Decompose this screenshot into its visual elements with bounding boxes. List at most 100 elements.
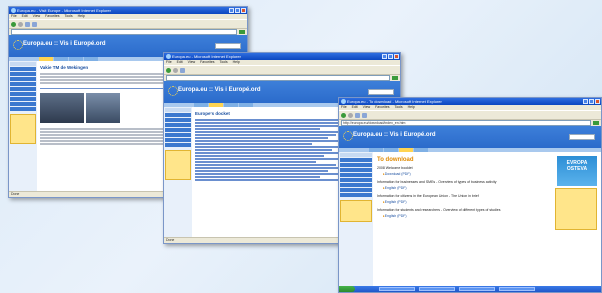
nav-item[interactable] bbox=[10, 92, 36, 96]
start-button[interactable] bbox=[339, 286, 355, 292]
nav-item[interactable] bbox=[340, 173, 372, 177]
tab[interactable] bbox=[384, 148, 398, 152]
nav-item[interactable] bbox=[340, 193, 372, 197]
back-icon[interactable] bbox=[341, 112, 346, 118]
search-input[interactable] bbox=[215, 43, 241, 49]
maximize-icon[interactable] bbox=[589, 99, 594, 104]
nav-item[interactable] bbox=[165, 118, 191, 122]
search-input[interactable] bbox=[569, 134, 595, 140]
menu-tools[interactable]: Tools bbox=[394, 105, 402, 109]
menu-view[interactable]: View bbox=[33, 14, 41, 18]
home-icon[interactable] bbox=[32, 21, 37, 27]
search-input[interactable] bbox=[368, 89, 394, 95]
title-bar[interactable]: Europa.eu - Visit Europe - Microsoft Int… bbox=[9, 7, 247, 14]
menu-file[interactable]: File bbox=[166, 60, 172, 64]
nav-item[interactable] bbox=[165, 128, 191, 132]
home-icon[interactable] bbox=[362, 112, 367, 118]
menu-favorites[interactable]: Favorites bbox=[45, 14, 59, 18]
maximize-icon[interactable] bbox=[388, 54, 393, 59]
nav-item[interactable] bbox=[340, 178, 372, 182]
europa-logo[interactable]: Europa.eu :: Vis i Europé.ord bbox=[353, 132, 436, 138]
nav-item[interactable] bbox=[165, 143, 191, 147]
nav-item[interactable] bbox=[340, 158, 372, 162]
menu-edit[interactable]: Edit bbox=[352, 105, 358, 109]
go-button[interactable] bbox=[593, 121, 599, 125]
browser-window-3[interactable]: Europa.eu - To download - Microsoft Inte… bbox=[338, 97, 602, 293]
download-link[interactable]: English (PDF) bbox=[383, 214, 553, 218]
menu-edit[interactable]: Edit bbox=[22, 14, 28, 18]
tab[interactable] bbox=[54, 57, 68, 61]
menu-help[interactable]: Help bbox=[408, 105, 415, 109]
europa-logo[interactable]: Europa.eu :: Vis i Europé.ord bbox=[178, 87, 261, 93]
nav-item[interactable] bbox=[10, 107, 36, 111]
tab[interactable] bbox=[224, 103, 238, 107]
refresh-icon[interactable] bbox=[25, 21, 30, 27]
back-icon[interactable] bbox=[166, 67, 171, 73]
tab[interactable] bbox=[84, 57, 98, 61]
nav-item[interactable] bbox=[340, 183, 372, 187]
nav-item[interactable] bbox=[10, 62, 36, 66]
menu-file[interactable]: File bbox=[341, 105, 347, 109]
nav-item[interactable] bbox=[10, 72, 36, 76]
tab[interactable] bbox=[69, 57, 83, 61]
nav-item[interactable] bbox=[165, 108, 191, 112]
menu-tools[interactable]: Tools bbox=[64, 14, 72, 18]
menu-help[interactable]: Help bbox=[233, 60, 240, 64]
taskbar-item[interactable] bbox=[459, 287, 495, 291]
taskbar-item[interactable] bbox=[419, 287, 455, 291]
back-icon[interactable] bbox=[11, 21, 16, 27]
maximize-icon[interactable] bbox=[235, 8, 240, 13]
nav-item[interactable] bbox=[10, 67, 36, 71]
taskbar-item[interactable] bbox=[499, 287, 535, 291]
minimize-icon[interactable] bbox=[229, 8, 234, 13]
minimize-icon[interactable] bbox=[583, 99, 588, 104]
nav-item[interactable] bbox=[10, 87, 36, 91]
forward-icon[interactable] bbox=[348, 112, 353, 118]
menu-tools[interactable]: Tools bbox=[219, 60, 227, 64]
nav-item[interactable] bbox=[10, 82, 36, 86]
go-button[interactable] bbox=[239, 30, 245, 34]
download-link[interactable]: Download (PDF) bbox=[383, 172, 553, 176]
refresh-icon[interactable] bbox=[180, 67, 185, 73]
menu-favorites[interactable]: Favorites bbox=[375, 105, 389, 109]
forward-icon[interactable] bbox=[173, 67, 178, 73]
title-bar[interactable]: Europa.eu - Microsoft Internet Explorer bbox=[164, 53, 400, 60]
menu-view[interactable]: View bbox=[188, 60, 196, 64]
menu-view[interactable]: View bbox=[363, 105, 371, 109]
nav-item[interactable] bbox=[165, 138, 191, 142]
nav-item[interactable] bbox=[165, 123, 191, 127]
nav-item[interactable] bbox=[165, 113, 191, 117]
menu-help[interactable]: Help bbox=[78, 14, 85, 18]
europa-logo[interactable]: Europa.eu :: Vis i Europé.ord bbox=[23, 41, 106, 47]
tab[interactable] bbox=[399, 148, 413, 152]
nav-item[interactable] bbox=[340, 188, 372, 192]
nav-item[interactable] bbox=[10, 77, 36, 81]
promo-banner[interactable]: EVROPA OSTEVA bbox=[557, 156, 597, 186]
go-button[interactable] bbox=[392, 76, 398, 80]
taskbar-item[interactable] bbox=[379, 287, 415, 291]
forward-icon[interactable] bbox=[18, 21, 23, 27]
nav-item[interactable] bbox=[340, 153, 372, 157]
close-icon[interactable] bbox=[241, 8, 246, 13]
nav-item[interactable] bbox=[340, 163, 372, 167]
tab[interactable] bbox=[39, 57, 53, 61]
refresh-icon[interactable] bbox=[355, 112, 360, 118]
toolbar bbox=[164, 65, 400, 75]
nav-item[interactable] bbox=[165, 133, 191, 137]
close-icon[interactable] bbox=[394, 54, 399, 59]
menu-favorites[interactable]: Favorites bbox=[200, 60, 214, 64]
minimize-icon[interactable] bbox=[382, 54, 387, 59]
nav-item[interactable] bbox=[10, 102, 36, 106]
tab[interactable] bbox=[239, 103, 253, 107]
nav-item[interactable] bbox=[10, 97, 36, 101]
nav-item[interactable] bbox=[340, 168, 372, 172]
close-icon[interactable] bbox=[595, 99, 600, 104]
tab[interactable] bbox=[209, 103, 223, 107]
download-link[interactable]: English (PDF) bbox=[383, 186, 553, 190]
tab[interactable] bbox=[194, 103, 208, 107]
menu-edit[interactable]: Edit bbox=[177, 60, 183, 64]
title-bar[interactable]: Europa.eu - To download - Microsoft Inte… bbox=[339, 98, 601, 105]
tab[interactable] bbox=[414, 148, 428, 152]
menu-file[interactable]: File bbox=[11, 14, 17, 18]
download-link[interactable]: English (PDF) bbox=[383, 200, 553, 204]
